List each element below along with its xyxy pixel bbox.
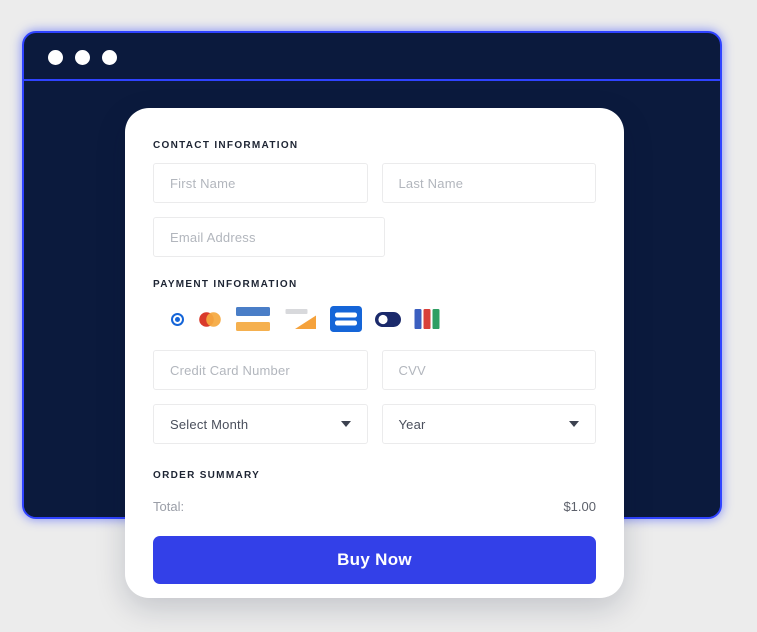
expiry-row: Select Month Year (153, 404, 596, 444)
mastercard-icon[interactable] (197, 311, 223, 328)
window-controls (48, 50, 117, 65)
chevron-down-icon (340, 421, 351, 427)
browser-title-bar (24, 33, 720, 81)
buy-now-button[interactable]: Buy Now (153, 536, 596, 584)
discover-icon[interactable] (283, 306, 317, 332)
payment-information-heading: PAYMENT INFORMATION (153, 279, 298, 290)
order-summary-heading: ORDER SUMMARY (153, 470, 261, 481)
card-row: Credit Card Number CVV (153, 350, 596, 390)
first-name-placeholder: First Name (170, 175, 236, 191)
email-row: Email Address (153, 217, 596, 257)
window-minimize-dot[interactable] (75, 50, 90, 65)
credit-card-number-field[interactable]: Credit Card Number (153, 350, 368, 390)
cvv-placeholder: CVV (398, 362, 426, 378)
payment-method-radio[interactable] (171, 312, 184, 326)
window-close-dot[interactable] (48, 50, 63, 65)
total-label: Total: (153, 499, 185, 514)
window-maximize-dot[interactable] (102, 50, 117, 65)
expiry-year-value: Year (398, 416, 426, 432)
total-row: Total: $1.00 (153, 499, 596, 514)
jcb-icon[interactable] (414, 309, 440, 329)
contact-information-heading: CONTACT INFORMATION (153, 140, 299, 151)
first-name-field[interactable]: First Name (153, 163, 368, 203)
diners-club-icon[interactable] (375, 311, 401, 327)
email-field[interactable]: Email Address (153, 217, 385, 257)
last-name-field[interactable]: Last Name (381, 163, 596, 203)
checkout-card: CONTACT INFORMATION First Name Last Name… (125, 108, 624, 598)
total-value: $1.00 (563, 499, 596, 514)
credit-card-number-placeholder: Credit Card Number (170, 362, 290, 378)
last-name-placeholder: Last Name (398, 175, 464, 191)
visa-icon[interactable] (236, 305, 270, 333)
page-root: CONTACT INFORMATION First Name Last Name… (0, 0, 757, 632)
expiry-month-select[interactable]: Select Month (153, 404, 368, 444)
payment-method-brands (153, 302, 596, 336)
expiry-year-select[interactable]: Year (381, 404, 596, 444)
cvv-field[interactable]: CVV (381, 350, 596, 390)
expiry-month-value: Select Month (170, 416, 249, 432)
email-placeholder: Email Address (170, 229, 256, 245)
name-row: First Name Last Name (153, 163, 596, 203)
email-row-spacer (399, 217, 597, 257)
amex-icon[interactable] (330, 306, 362, 332)
chevron-down-icon (569, 421, 579, 427)
